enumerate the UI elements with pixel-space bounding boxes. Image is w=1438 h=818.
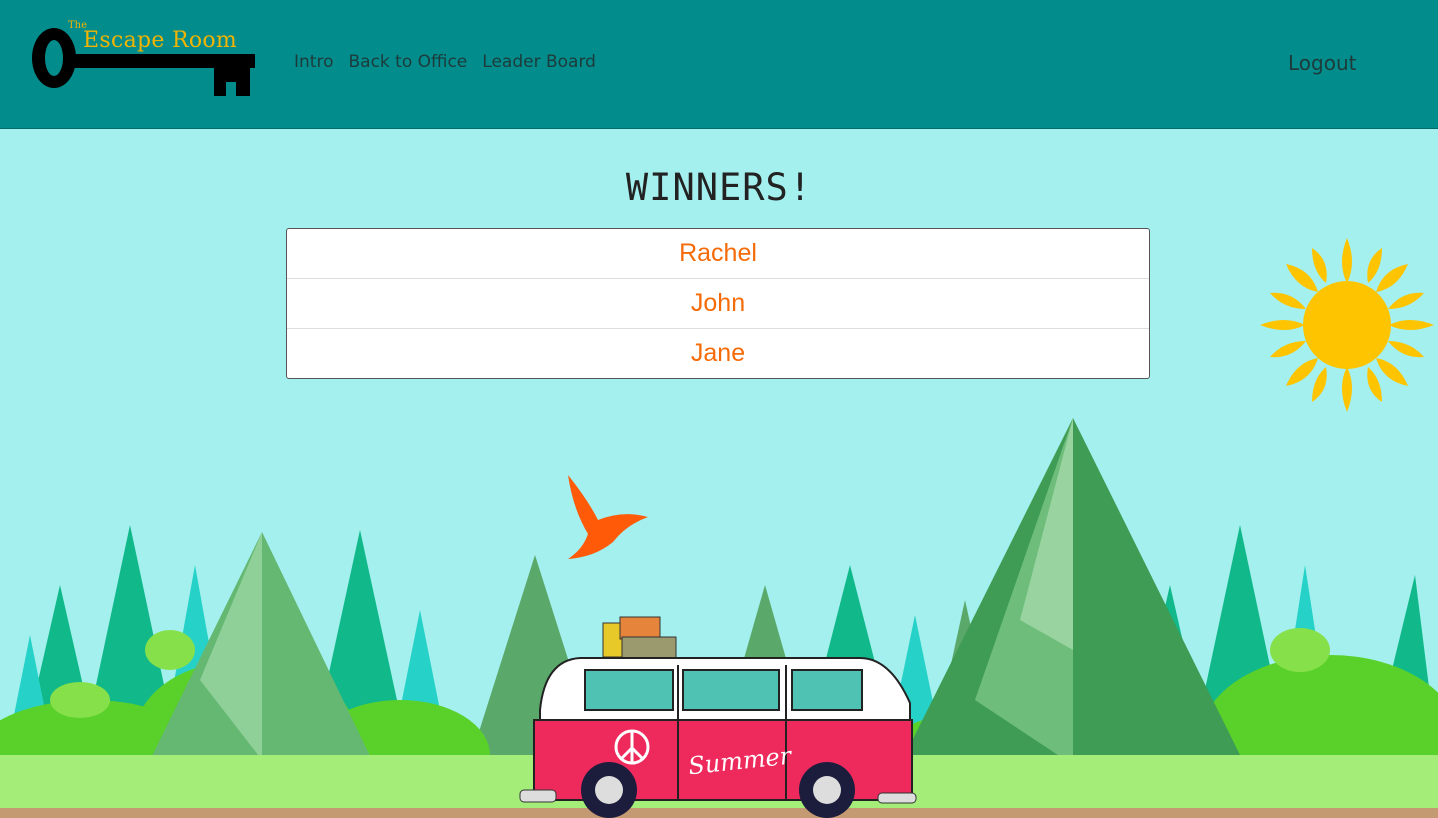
logout-link[interactable]: Logout <box>1288 51 1356 75</box>
nav-link-leader-board[interactable]: Leader Board <box>482 52 596 72</box>
nav-link-back-to-office[interactable]: Back to Office <box>348 52 467 72</box>
page-title: WINNERS! <box>625 166 813 209</box>
winners-list: Rachel John Jane <box>286 228 1150 379</box>
tree-right <box>900 418 1245 807</box>
navbar: The Escape Room Intro Back to Office Lea… <box>0 0 1438 129</box>
bird-icon <box>568 475 648 559</box>
winner-item: Jane <box>690 339 746 367</box>
escape-room-logo[interactable]: The Escape Room <box>28 18 260 104</box>
nav-links: Intro Back to Office Leader Board <box>294 52 596 72</box>
winner-item: Rachel <box>287 229 1149 279</box>
logo-title: Escape Room <box>83 28 238 53</box>
winner-item: John <box>287 279 1149 329</box>
nav-link-intro[interactable]: Intro <box>294 52 333 72</box>
sun-icon <box>1260 238 1434 412</box>
